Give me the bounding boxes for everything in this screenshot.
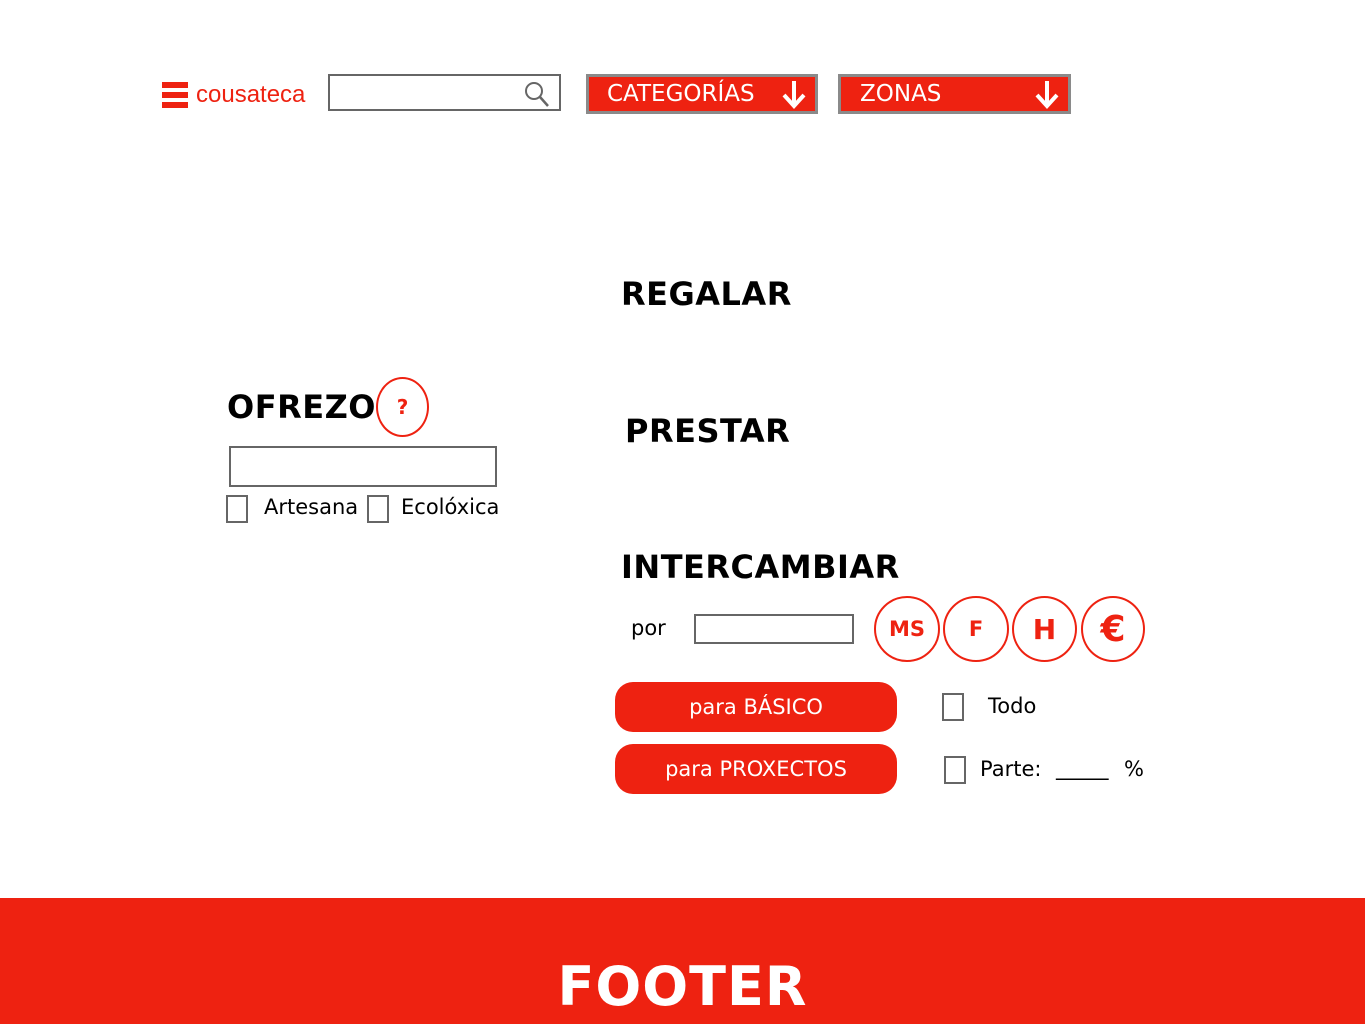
arrow-down-icon (782, 81, 806, 109)
offer-field-wrapper (229, 446, 497, 487)
footer-text: FOOTER (557, 955, 808, 1018)
all-checkbox[interactable] (942, 693, 964, 721)
categories-label: CATEGORÍAS (607, 81, 755, 107)
footer: FOOTER (0, 898, 1365, 1024)
por-input[interactable] (696, 616, 852, 642)
lend-option[interactable]: PRESTAR (625, 412, 790, 450)
artisan-checkbox[interactable] (226, 495, 248, 523)
categories-dropdown[interactable]: CATEGORÍAS (586, 74, 818, 114)
offer-input[interactable] (231, 448, 495, 485)
part-percent-input[interactable]: _____ (1056, 756, 1109, 780)
zones-label: ZONAS (860, 81, 942, 107)
currency-f-button[interactable]: F (943, 596, 1009, 662)
arrow-down-icon (1035, 81, 1059, 109)
search-input[interactable] (334, 78, 528, 110)
gift-option[interactable]: REGALAR (621, 275, 792, 313)
part-label: Parte: (980, 757, 1042, 781)
logo[interactable]: cousateca (162, 80, 305, 110)
currency-euro-button[interactable]: € (1081, 596, 1145, 662)
search-icon[interactable] (523, 80, 551, 108)
help-button[interactable]: ? (376, 377, 429, 437)
search-box (328, 74, 561, 111)
projects-button[interactable]: para PROXECTOS (615, 744, 897, 794)
por-label: por (631, 616, 666, 640)
offer-title: OFREZO (227, 388, 376, 426)
exchange-option[interactable]: INTERCAMBIAR (621, 548, 900, 586)
ecological-label: Ecolóxica (401, 495, 500, 519)
ecological-checkbox[interactable] (367, 495, 389, 523)
percent-sign: % (1124, 757, 1144, 781)
menu-icon (162, 82, 188, 108)
basic-button[interactable]: para BÁSICO (615, 682, 897, 732)
zones-dropdown[interactable]: ZONAS (838, 74, 1071, 114)
part-checkbox[interactable] (944, 756, 966, 784)
logo-text: cousateca (196, 81, 306, 108)
currency-ms-button[interactable]: MS (874, 596, 940, 662)
artisan-label: Artesana (264, 495, 359, 519)
all-label: Todo (988, 694, 1037, 718)
por-field-wrapper (694, 614, 854, 644)
currency-h-button[interactable]: H (1012, 596, 1077, 662)
